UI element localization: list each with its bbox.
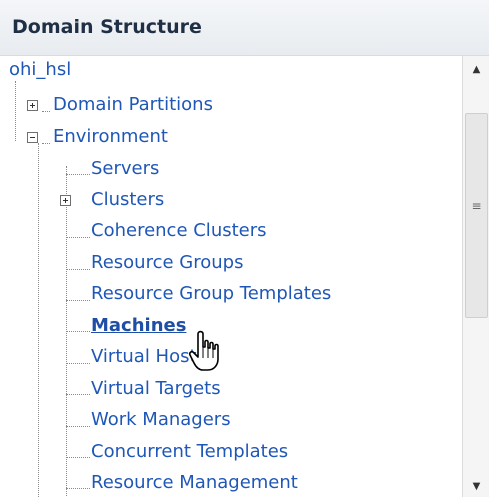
scroll-thumb[interactable]: ≡	[465, 113, 488, 318]
scroll-up-button[interactable]: ▲	[463, 62, 489, 78]
tree-node-concurrent-templates[interactable]: Concurrent Templates	[91, 440, 288, 464]
vertical-scrollbar[interactable]: ▲ ≡ ▼	[462, 56, 489, 497]
tree-node-virtual-targets[interactable]: Virtual Targets	[91, 377, 221, 401]
tree-connector	[66, 394, 90, 395]
tree-connector	[15, 81, 16, 141]
tree-connector	[66, 363, 90, 364]
tree-node-servers[interactable]: Servers	[91, 157, 159, 181]
expand-clusters-toggle[interactable]	[60, 195, 71, 206]
triangle-up-icon: ▲	[472, 64, 481, 75]
triangle-down-icon: ▼	[472, 481, 481, 492]
tree-connector	[42, 111, 50, 112]
tree-node-root[interactable]: ohi_hsl	[9, 58, 71, 82]
tree-node-work-managers[interactable]: Work Managers	[91, 408, 231, 432]
expand-domain-partitions-toggle[interactable]	[27, 100, 38, 111]
hand-pointer-cursor-icon	[188, 330, 219, 371]
domain-structure-panel: Domain Structure ohi_hsl Domain Partitio…	[0, 0, 489, 497]
panel-title: Domain Structure	[12, 16, 202, 38]
collapse-environment-toggle[interactable]	[27, 132, 38, 143]
tree-connector	[66, 166, 67, 497]
tree-node-resource-management[interactable]: Resource Management	[91, 471, 298, 495]
tree-connector	[66, 488, 90, 489]
tree-connector	[42, 143, 50, 144]
tree-connector	[66, 237, 90, 238]
tree-connector	[66, 457, 90, 458]
tree-connector	[66, 426, 90, 427]
tree-connector	[66, 300, 90, 301]
scroll-down-button[interactable]: ▼	[463, 479, 489, 495]
tree-connector	[66, 331, 90, 332]
panel-header: Domain Structure	[0, 0, 489, 56]
tree-node-domain-partitions[interactable]: Domain Partitions	[53, 93, 213, 117]
tree-connector	[38, 143, 39, 497]
tree-node-environment[interactable]: Environment	[53, 125, 168, 149]
tree-node-coherence-clusters[interactable]: Coherence Clusters	[91, 219, 267, 243]
tree-node-machines[interactable]: Machines	[91, 314, 186, 338]
tree-node-clusters[interactable]: Clusters	[91, 188, 164, 212]
tree-connector	[66, 174, 90, 175]
tree-node-resource-group-templates[interactable]: Resource Group Templates	[91, 282, 331, 306]
tree-node-resource-groups[interactable]: Resource Groups	[91, 251, 243, 275]
grip-icon: ≡	[471, 199, 482, 213]
domain-tree: ohi_hsl Domain Partitions Environment Se…	[0, 56, 462, 497]
tree-connector	[66, 269, 90, 270]
